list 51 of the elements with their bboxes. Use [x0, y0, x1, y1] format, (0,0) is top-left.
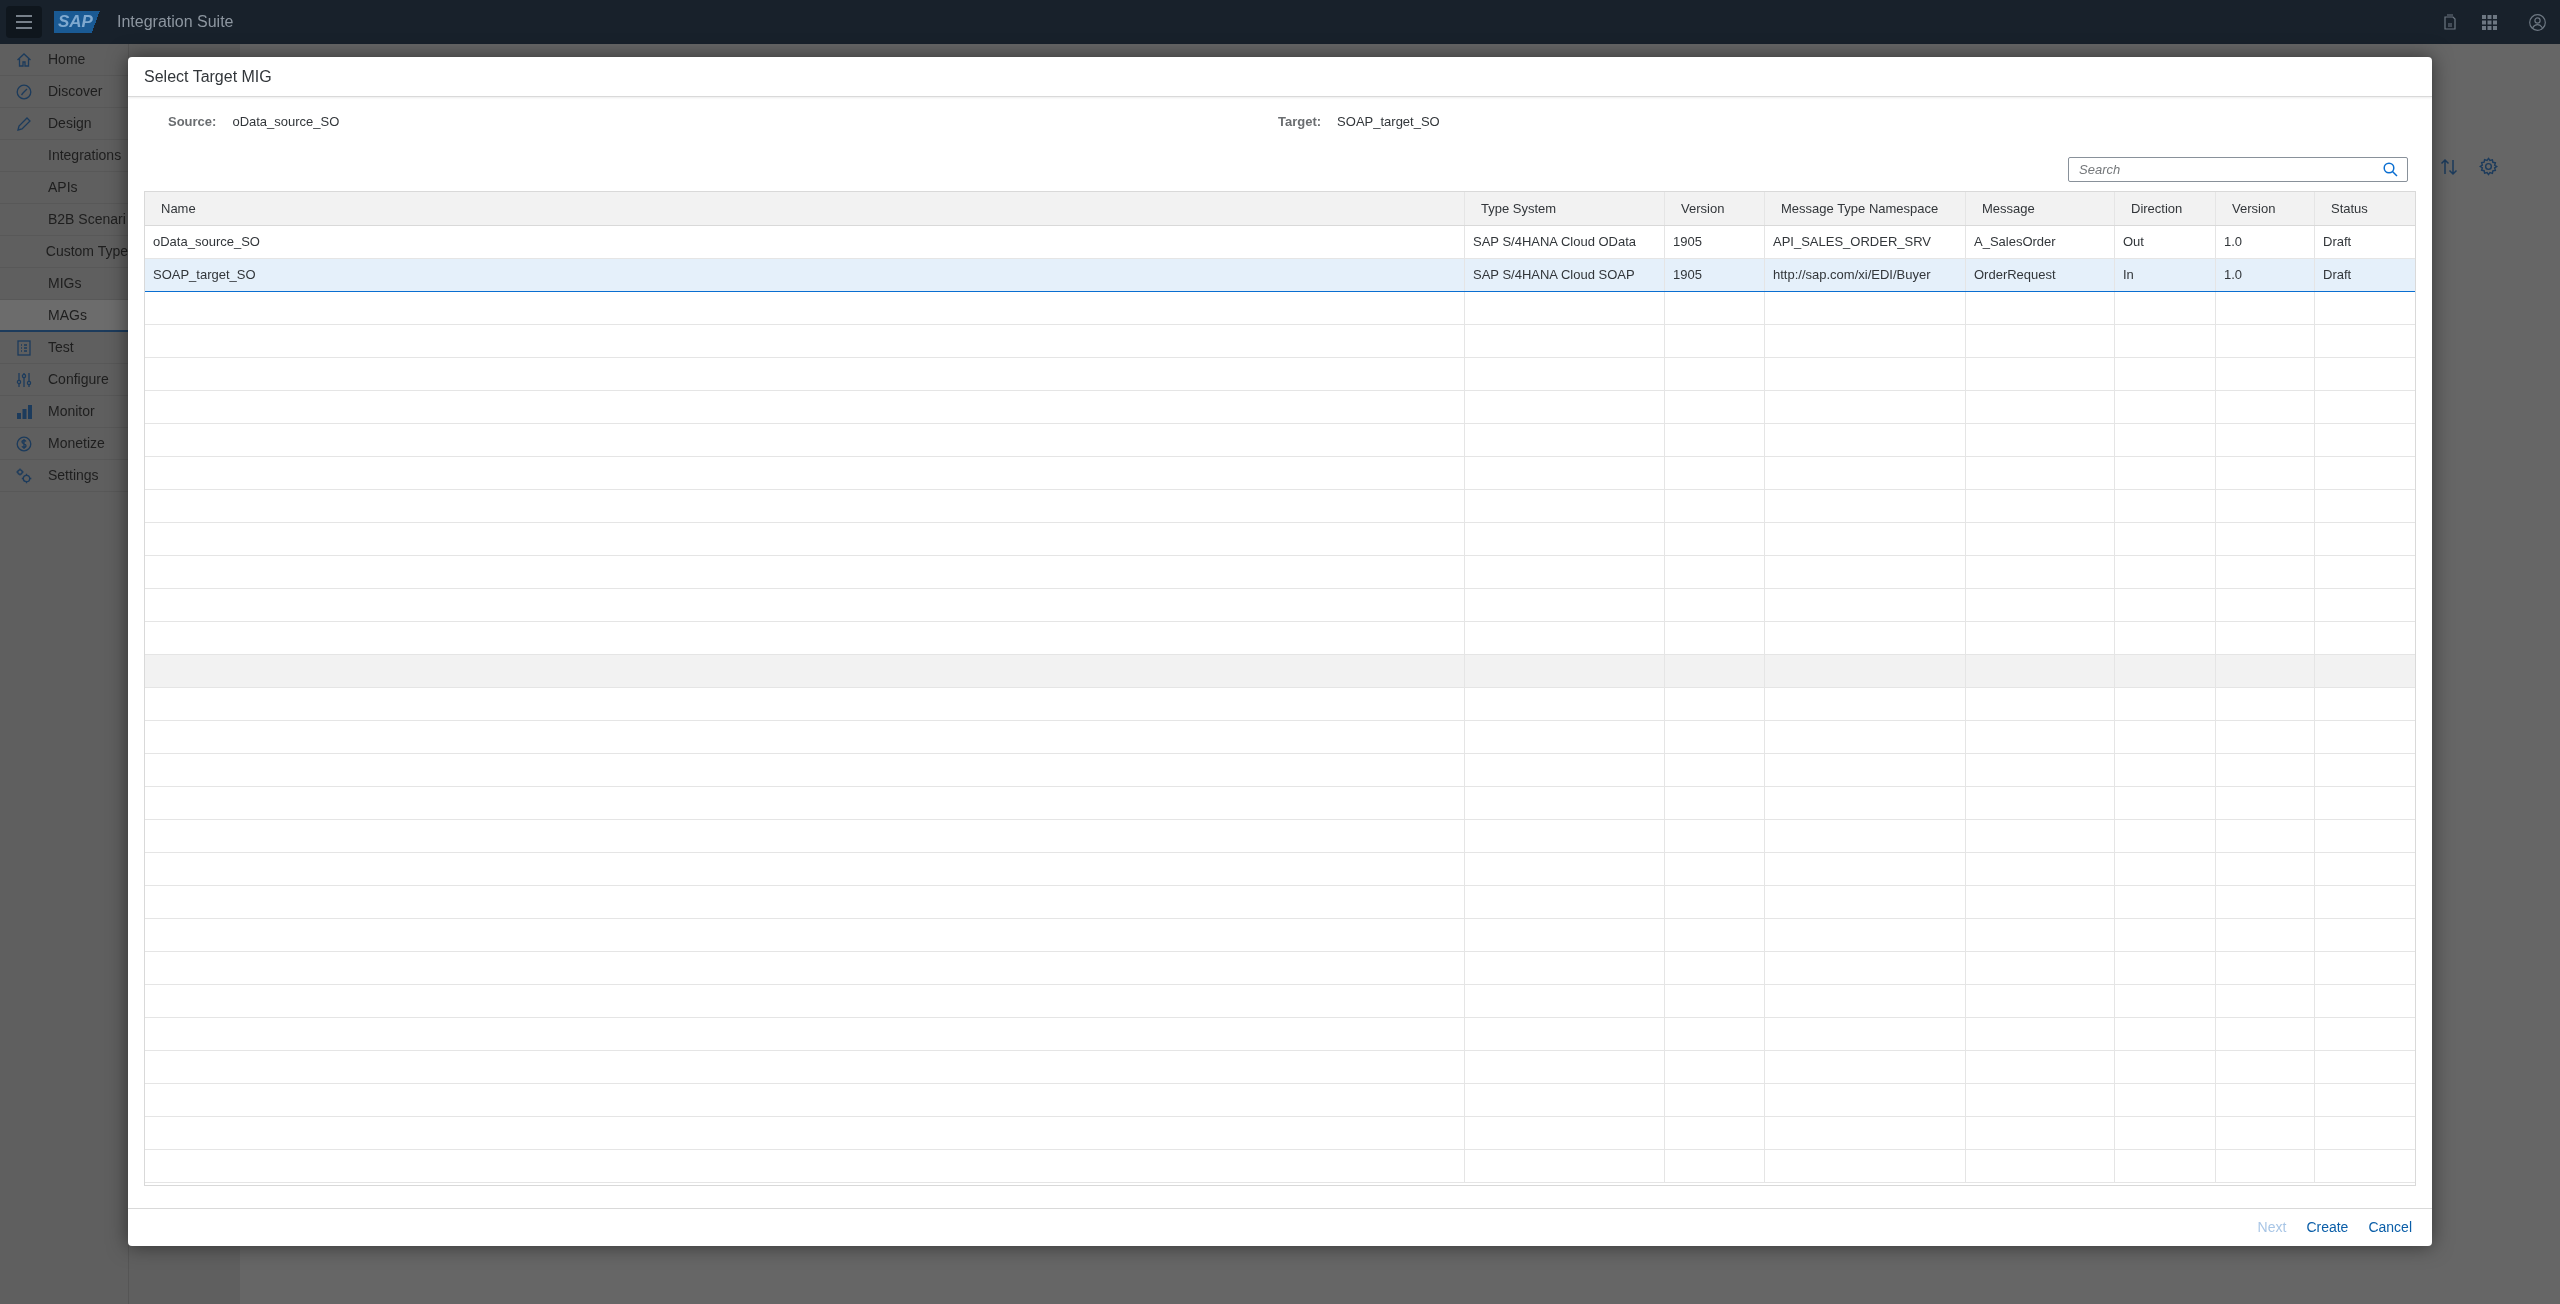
table-cell-text: API_SALES_ORDER_SRV	[1772, 233, 1932, 252]
menu-icon	[15, 15, 33, 29]
settings-icon[interactable]	[2479, 157, 2498, 176]
sort-icon[interactable]	[2440, 158, 2458, 176]
table-cell-text: In	[2122, 266, 2135, 285]
dialog-button[interactable]: Cancel	[2360, 1214, 2420, 1241]
home-icon	[16, 51, 32, 68]
table-cell-text: 1.0	[2223, 266, 2244, 285]
column-header[interactable]: Message Type Namespace	[1765, 192, 1966, 225]
gears-icon	[16, 467, 32, 484]
app-title: Integration Suite	[116, 12, 234, 32]
search-icon[interactable]	[2383, 162, 2398, 177]
table-row[interactable]: oData_source_SO SAP S/4HANA Cloud OData 1905 API_SALES_ORDER_SRV A_SalesOrder Out 1.0 Draft	[145, 226, 2415, 259]
target-label: Target:	[1278, 113, 1322, 132]
source-label: Source:	[168, 113, 217, 132]
table-cell-text: 1.0	[2223, 233, 2244, 252]
table-cell-text: Draft	[2322, 233, 2353, 252]
app-grid-icon[interactable]	[2482, 14, 2497, 30]
table-cell-text: OrderRequest	[1973, 266, 2057, 285]
menu-button[interactable]	[6, 6, 42, 38]
dialog-title: Select Target MIG	[144, 66, 272, 87]
column-header[interactable]: Message	[1966, 192, 2115, 225]
table-cell-text: oData_source_SO	[152, 233, 261, 252]
compass-icon	[16, 83, 32, 100]
bar-chart-icon	[16, 404, 32, 419]
column-header[interactable]: Version	[2216, 192, 2315, 225]
table-cell-text: SAP S/4HANA Cloud SOAP	[1472, 266, 1636, 285]
table-cell-text: http://sap.com/xi/EDI/Buyer	[1772, 266, 1932, 285]
checklist-icon	[17, 339, 31, 356]
sliders-icon	[16, 371, 32, 388]
table-row[interactable]: SOAP_target_SO SAP S/4HANA Cloud SOAP 1905 http://sap.com/xi/EDI/Buyer OrderRequest In 1.0 Draft	[145, 259, 2415, 292]
table-cell-text: SOAP_target_SO	[152, 266, 257, 285]
table-cell-text: Out	[2122, 233, 2145, 252]
dialog-button[interactable]: Create	[2298, 1214, 2357, 1241]
search-field[interactable]: Search	[2068, 157, 2408, 182]
column-header[interactable]: Status	[2315, 192, 2415, 225]
table-cell-text: Draft	[2322, 266, 2353, 285]
dollar-icon	[16, 435, 32, 452]
target-value: SOAP_target_SO	[1337, 113, 1440, 132]
table-cell-text: A_SalesOrder	[1973, 233, 2057, 252]
table-cell-text: SAP S/4HANA Cloud OData	[1472, 233, 1638, 252]
column-header[interactable]: Direction	[2115, 192, 2216, 225]
source-value: oData_source_SO	[232, 113, 340, 132]
nav-item[interactable]: MAGs	[0, 300, 128, 332]
user-icon[interactable]	[2529, 13, 2546, 31]
column-header[interactable]: Version	[1665, 192, 1765, 225]
pencil-icon	[16, 115, 32, 132]
table-cell-text: 1905	[1672, 233, 1703, 252]
column-header[interactable]: Type System	[1465, 192, 1665, 225]
table-cell-text: 1905	[1672, 266, 1703, 285]
column-header[interactable]: Name	[145, 192, 1465, 225]
